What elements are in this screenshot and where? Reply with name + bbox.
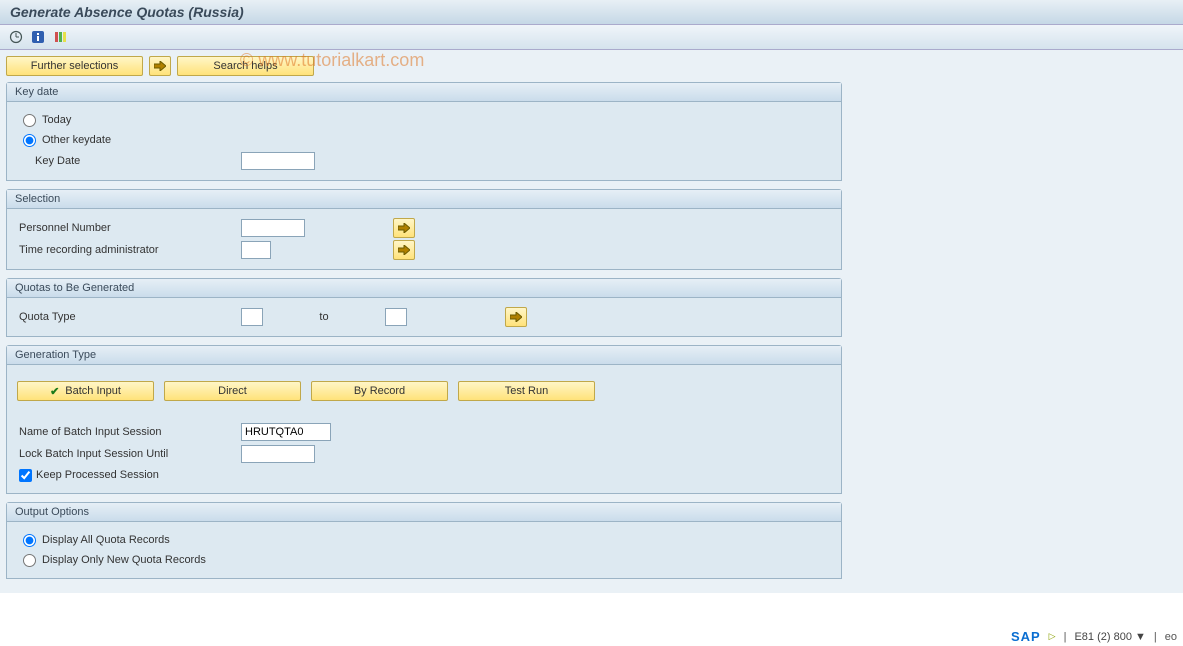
key-date-group: Key date Today Other keydate Key Date: [6, 82, 842, 181]
execute-icon[interactable]: [8, 29, 24, 45]
other-keydate-radio[interactable]: [23, 134, 36, 147]
status-separator2: |: [1154, 631, 1157, 643]
status-bar: SAP ▷ | E81 (2) 800 ▼ | eo: [1011, 629, 1177, 644]
output-legend: Output Options: [7, 503, 841, 522]
info-icon[interactable]: [30, 29, 46, 45]
name-session-input[interactable]: [241, 423, 331, 441]
status-triangle-icon: ▷: [1049, 631, 1056, 642]
top-button-row: Further selections Search helps: [6, 56, 1177, 76]
check-icon: ✔: [50, 385, 59, 398]
personnel-number-label: Personnel Number: [17, 222, 241, 234]
selection-group: Selection Personnel Number Time recordin…: [6, 189, 842, 270]
quota-type-from-input[interactable]: [241, 308, 263, 326]
search-helps-arrow-icon[interactable]: [149, 56, 171, 76]
selection-legend: Selection: [7, 190, 841, 209]
keep-processed-checkbox[interactable]: [19, 469, 32, 482]
lock-until-label: Lock Batch Input Session Until: [17, 448, 241, 460]
personnel-number-input[interactable]: [241, 219, 305, 237]
display-new-label: Display Only New Quota Records: [42, 554, 206, 566]
generation-legend: Generation Type: [7, 346, 841, 365]
personnel-number-multi-icon[interactable]: [393, 218, 415, 238]
quotas-group: Quotas to Be Generated Quota Type to: [6, 278, 842, 337]
key-date-legend: Key date: [7, 83, 841, 102]
title-bar: Generate Absence Quotas (Russia): [0, 0, 1183, 25]
quotas-legend: Quotas to Be Generated: [7, 279, 841, 298]
app-toolbar: [0, 25, 1183, 50]
key-date-label: Key Date: [17, 155, 241, 167]
quota-type-label: Quota Type: [17, 311, 241, 323]
batch-input-button[interactable]: ✔ Batch Input: [17, 381, 154, 401]
further-selections-button[interactable]: Further selections: [6, 56, 143, 76]
search-helps-button[interactable]: Search helps: [177, 56, 314, 76]
status-separator: |: [1064, 631, 1067, 643]
by-record-button[interactable]: By Record: [311, 381, 448, 401]
name-session-label: Name of Batch Input Session: [17, 426, 241, 438]
keep-processed-label: Keep Processed Session: [36, 469, 159, 481]
batch-input-label: Batch Input: [65, 385, 121, 397]
status-suffix: eo: [1165, 631, 1177, 643]
time-admin-label: Time recording administrator: [17, 244, 241, 256]
system-status[interactable]: E81 (2) 800 ▼: [1074, 631, 1145, 643]
sap-logo: SAP: [1011, 629, 1041, 644]
quota-type-multi-icon[interactable]: [505, 307, 527, 327]
time-admin-multi-icon[interactable]: [393, 240, 415, 260]
quota-to-label: to: [263, 311, 385, 323]
quota-type-to-input[interactable]: [385, 308, 407, 326]
display-all-label: Display All Quota Records: [42, 534, 170, 546]
today-label: Today: [42, 114, 71, 126]
system-status-text: E81 (2) 800: [1074, 631, 1131, 643]
output-group: Output Options Display All Quota Records…: [6, 502, 842, 579]
other-keydate-label: Other keydate: [42, 134, 111, 146]
page-title: Generate Absence Quotas (Russia): [10, 4, 1173, 20]
today-radio[interactable]: [23, 114, 36, 127]
time-admin-input[interactable]: [241, 241, 271, 259]
display-new-radio[interactable]: [23, 554, 36, 567]
variant-icon[interactable]: [52, 29, 68, 45]
key-date-input[interactable]: [241, 152, 315, 170]
content-area: © www.tutorialkart.com Further selection…: [0, 50, 1183, 593]
test-run-button[interactable]: Test Run: [458, 381, 595, 401]
generation-group: Generation Type ✔ Batch Input Direct By R…: [6, 345, 842, 494]
display-all-radio[interactable]: [23, 534, 36, 547]
direct-button[interactable]: Direct: [164, 381, 301, 401]
lock-until-input[interactable]: [241, 445, 315, 463]
